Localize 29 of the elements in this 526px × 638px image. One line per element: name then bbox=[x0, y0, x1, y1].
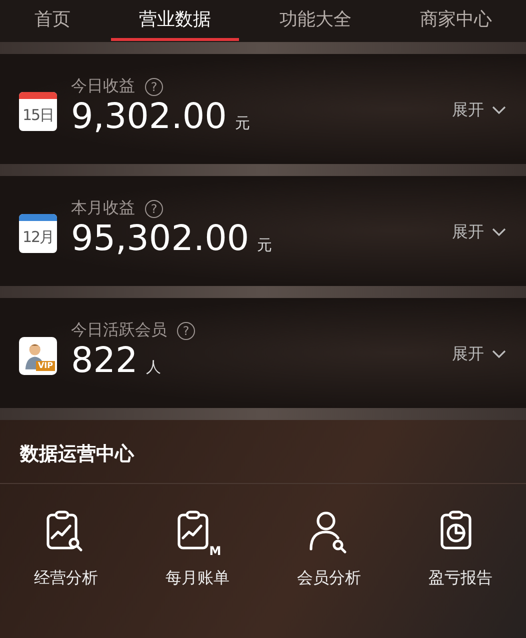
tool-button[interactable]: M 每月账单 bbox=[142, 510, 252, 589]
tab[interactable]: 商家中心 bbox=[392, 0, 520, 41]
help-button[interactable]: ? bbox=[177, 322, 195, 340]
stat-value: 95,302.00 bbox=[71, 219, 250, 259]
chevron-down-icon bbox=[492, 350, 506, 359]
card-title: 今日收益 bbox=[71, 76, 135, 97]
stat-value: 822 bbox=[71, 341, 138, 381]
help-button[interactable]: ? bbox=[145, 200, 163, 218]
tab[interactable]: 功能大全 bbox=[251, 0, 380, 41]
help-button[interactable]: ? bbox=[145, 78, 163, 96]
chevron-down-icon bbox=[492, 106, 506, 115]
expand-button[interactable]: 展开 bbox=[452, 100, 506, 121]
card-title: 本月收益 bbox=[71, 198, 135, 219]
stat-value: 9,302.00 bbox=[71, 97, 227, 137]
unit-label: 元 bbox=[234, 114, 250, 133]
tab[interactable]: 首页 bbox=[6, 0, 98, 41]
tool-button[interactable]: 经营分析 bbox=[10, 510, 121, 589]
vip-member-icon: VIP bbox=[19, 337, 57, 375]
card-title: 今日活跃会员 bbox=[71, 320, 167, 341]
unit-label: 元 bbox=[257, 236, 272, 255]
section-title: 数据运营中心 bbox=[0, 420, 526, 484]
expand-button[interactable]: 展开 bbox=[452, 222, 506, 243]
calendar-icon: 12月 bbox=[19, 214, 57, 253]
chevron-down-icon bbox=[492, 228, 506, 237]
tool-button[interactable]: 盈亏报告 bbox=[405, 510, 516, 589]
expand-button[interactable]: 展开 bbox=[452, 344, 506, 365]
unit-label: 人 bbox=[146, 358, 161, 377]
tool-button[interactable]: 会员分析 bbox=[274, 510, 384, 589]
calendar-icon: 15日 bbox=[19, 92, 57, 131]
